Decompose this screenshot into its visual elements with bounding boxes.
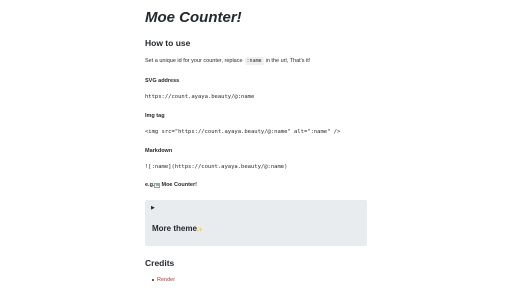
example-image-alt: Moe Counter! bbox=[161, 182, 197, 188]
credit-link-render[interactable]: Render bbox=[151, 277, 175, 283]
intro-name-code: :name bbox=[244, 57, 264, 65]
img-tag-code[interactable]: <img src="https://count.ayaya.beauty/@:n… bbox=[145, 129, 340, 135]
intro-text-before: Set a unique id for your counter, replac… bbox=[145, 58, 243, 64]
example-line: e.g. Moe Counter! bbox=[145, 182, 197, 188]
credits-heading: Credits bbox=[145, 258, 175, 268]
markdown-label: Markdown bbox=[145, 148, 173, 154]
disclosure-triangle-icon[interactable]: ▶ bbox=[151, 206, 155, 211]
svg-address-label: SVG address bbox=[145, 78, 180, 84]
markdown-code[interactable]: ![:name](https://count.ayaya.beauty/@:na… bbox=[145, 164, 287, 170]
more-theme-title: More theme bbox=[152, 224, 197, 233]
intro-text-after: in the url, That's it! bbox=[265, 58, 311, 64]
page-title: Moe Counter! bbox=[145, 9, 242, 26]
more-theme-details[interactable]: ▶ More theme✨ bbox=[145, 200, 367, 246]
intro-text: Set a unique id for your counter, replac… bbox=[145, 57, 311, 65]
how-to-use-heading: How to use bbox=[145, 38, 191, 48]
credits-list: Render bbox=[151, 277, 175, 283]
img-tag-label: Img tag bbox=[145, 113, 165, 119]
svg-address-code[interactable]: https://count.ayaya.beauty/@:name bbox=[145, 94, 254, 100]
example-prefix: e.g. bbox=[145, 182, 155, 188]
page: Moe Counter! How to use Set a unique id … bbox=[0, 0, 512, 288]
more-theme-summary[interactable]: More theme✨ bbox=[152, 224, 203, 233]
sparkle-icon: ✨ bbox=[196, 227, 204, 233]
broken-image-icon bbox=[154, 182, 161, 188]
